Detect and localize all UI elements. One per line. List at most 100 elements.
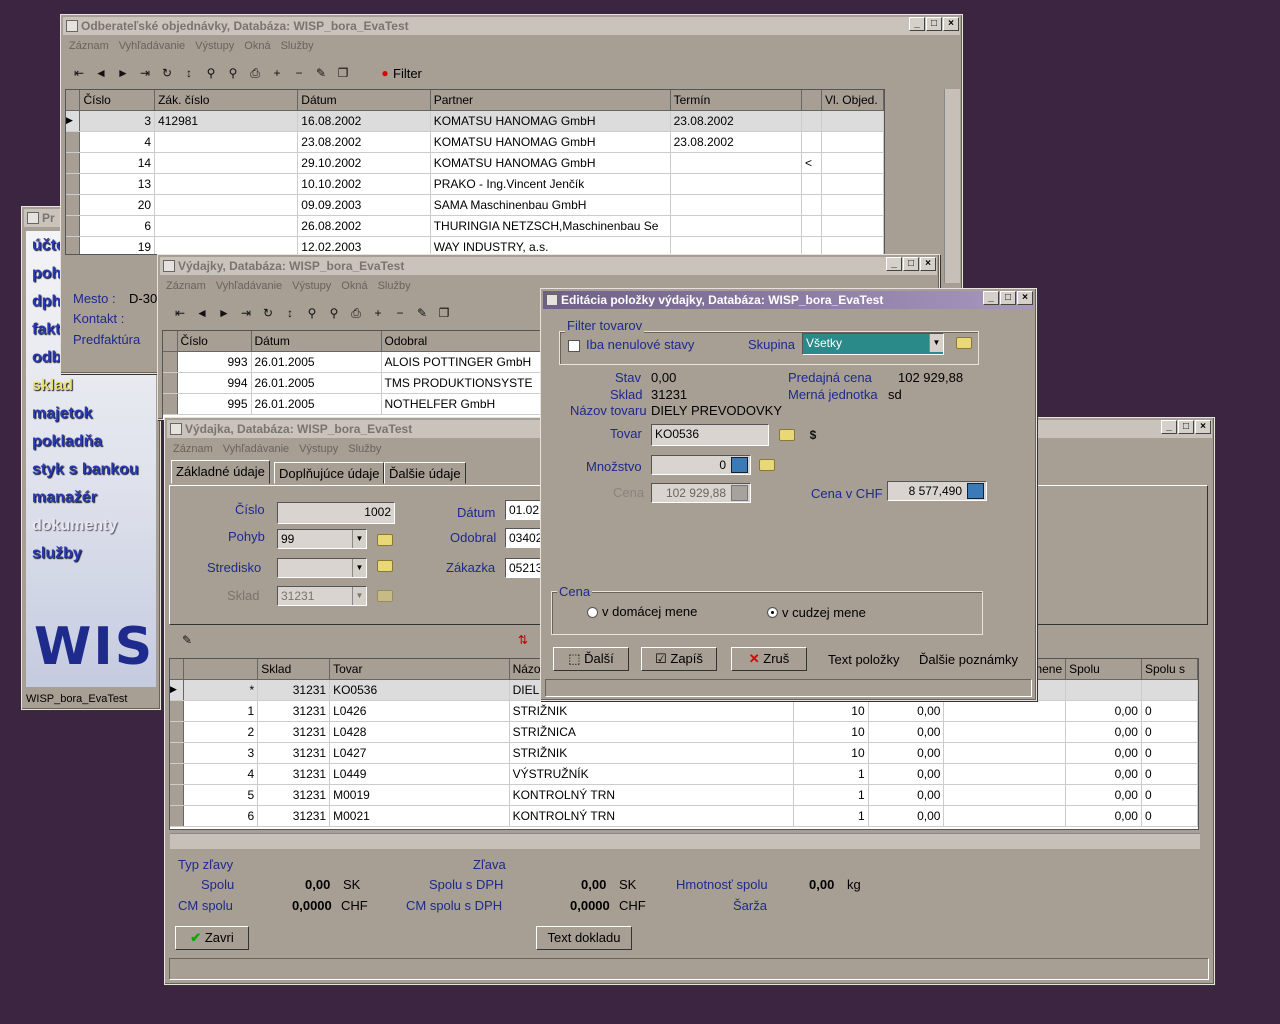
cell[interactable] — [821, 152, 884, 174]
menu-vyhladavanie[interactable]: Vyhľadávanie — [223, 440, 289, 458]
cell[interactable] — [821, 236, 884, 254]
cell[interactable]: < — [801, 152, 822, 174]
chevron-down-icon[interactable]: ▼ — [352, 559, 366, 577]
cell[interactable] — [154, 215, 299, 237]
close-icon[interactable]: × — [1017, 291, 1033, 305]
last-record-icon[interactable]: ⇥ — [137, 65, 153, 81]
cell[interactable]: KOMATSU HANOMAG GmbH — [430, 131, 671, 153]
cell[interactable]: KONTROLNÝ TRN — [509, 784, 794, 806]
col-datum[interactable]: Dátum — [297, 90, 431, 111]
cell[interactable]: 29.10.2002 — [297, 152, 431, 174]
sort-icon[interactable]: ↕ — [181, 65, 197, 81]
col-poradie[interactable] — [183, 659, 259, 680]
add-icon[interactable]: + — [269, 65, 285, 81]
cell[interactable]: 0,00 — [868, 763, 945, 785]
col-sklad[interactable]: Sklad — [257, 659, 331, 680]
maximize-icon[interactable]: □ — [926, 17, 942, 31]
delete-icon[interactable]: − — [291, 65, 307, 81]
cell[interactable]: 0,00 — [868, 700, 945, 722]
col-partner[interactable]: Partner — [430, 90, 671, 111]
cell[interactable]: 1 — [183, 700, 259, 722]
cell[interactable]: 26.08.2002 — [297, 215, 431, 237]
cell[interactable]: 4 — [183, 763, 259, 785]
zapis-button[interactable]: ☑ Zapíš — [641, 647, 717, 671]
cell[interactable]: 31231 — [257, 784, 331, 806]
col-flag[interactable] — [801, 90, 822, 111]
menu-zaznam[interactable]: Záznam — [173, 440, 213, 458]
cell[interactable]: 2 — [183, 721, 259, 743]
row-indicator[interactable] — [163, 372, 178, 394]
next-record-icon[interactable]: ► — [115, 65, 131, 81]
col-termin[interactable]: Termín — [670, 90, 803, 111]
maximize-icon[interactable]: □ — [1178, 420, 1194, 434]
refresh-icon[interactable]: ↻ — [260, 305, 276, 321]
refresh-icon[interactable]: ↻ — [159, 65, 175, 81]
row-indicator[interactable] — [170, 763, 185, 785]
cell[interactable]: 09.09.2003 — [297, 194, 431, 216]
cell[interactable] — [943, 784, 1067, 806]
cell[interactable] — [943, 805, 1067, 827]
cell[interactable] — [943, 742, 1067, 764]
delete-icon[interactable]: − — [392, 305, 408, 321]
find-icon[interactable]: ⚲ — [304, 305, 320, 321]
calculator-icon[interactable] — [731, 457, 748, 473]
cell[interactable]: STRIŽNIK — [509, 742, 794, 764]
cell[interactable] — [943, 700, 1067, 722]
cell[interactable]: 31231 — [257, 721, 331, 743]
cell[interactable] — [1065, 679, 1142, 701]
cell[interactable] — [801, 173, 822, 195]
cell[interactable]: 14 — [79, 152, 156, 174]
cell[interactable]: 31231 — [257, 679, 331, 701]
cell[interactable]: 26.01.2005 — [251, 393, 382, 415]
item-row[interactable]: 5 31231 M0019 KONTROLNÝ TRN 1 0,00 0,00 0 — [170, 784, 1198, 806]
chevron-down-icon[interactable]: ▼ — [929, 334, 943, 352]
cell[interactable] — [801, 131, 822, 153]
col-spolu-s[interactable]: Spolu s — [1141, 659, 1198, 680]
cell[interactable]: 993 — [177, 351, 252, 373]
minimize-icon[interactable]: _ — [909, 17, 925, 31]
main-menu-item-dph[interactable]: dph — [32, 293, 61, 311]
sort-icon[interactable]: ↕ — [282, 305, 298, 321]
cell[interactable] — [670, 194, 803, 216]
cell[interactable]: KONTROLNÝ TRN — [509, 805, 794, 827]
cislo-field[interactable]: 1002 — [277, 502, 395, 524]
print-icon[interactable]: ⎙ — [348, 305, 364, 321]
cell[interactable]: 0,00 — [1065, 742, 1142, 764]
vydajka-row[interactable]: 994 26.01.2005 TMS PRODUKTIONSYSTE — [163, 372, 552, 394]
minimize-icon[interactable]: _ — [886, 257, 902, 271]
cell[interactable]: * — [183, 679, 259, 701]
folder-icon[interactable] — [759, 459, 775, 471]
cell[interactable]: 13 — [79, 173, 156, 195]
zakazka-field[interactable]: 05213 — [505, 558, 545, 578]
cell[interactable]: 31231 — [257, 700, 331, 722]
order-row[interactable]: 4 23.08.2002 KOMATSU HANOMAG GmbH 23.08.200… — [66, 131, 884, 153]
folder-icon[interactable] — [779, 429, 795, 441]
cell[interactable]: 23.08.2002 — [297, 131, 431, 153]
cell[interactable] — [670, 215, 803, 237]
last-record-icon[interactable]: ⇥ — [238, 305, 254, 321]
cell[interactable] — [943, 763, 1067, 785]
menu-vyhladavanie[interactable]: Vyhľadávanie — [216, 277, 282, 295]
cell[interactable]: THURINGIA NETZSCH,Maschinenbau Se — [430, 215, 671, 237]
row-indicator[interactable] — [66, 152, 81, 174]
cell[interactable]: WAY INDUSTRY, a.s. — [430, 236, 671, 254]
cell[interactable]: 31231 — [257, 805, 331, 827]
main-menu-item-odb[interactable]: odb — [32, 349, 61, 367]
cell[interactable]: 0 — [1141, 721, 1198, 743]
nenulove-checkbox[interactable] — [568, 340, 580, 352]
row-indicator[interactable] — [170, 742, 185, 764]
col-cislo[interactable]: Číslo — [79, 90, 156, 111]
col-odobral[interactable]: Odobral — [381, 331, 552, 352]
cell[interactable]: 0 — [1141, 763, 1198, 785]
cell[interactable] — [821, 215, 884, 237]
zrus-button[interactable]: ✕ Zruš — [731, 647, 807, 671]
cell[interactable]: 0 — [1141, 742, 1198, 764]
dollar-icon[interactable]: $ — [805, 427, 821, 443]
row-indicator[interactable] — [170, 721, 185, 743]
cell[interactable]: 0,00 — [868, 805, 945, 827]
cell[interactable] — [821, 194, 884, 216]
close-icon[interactable]: × — [1195, 420, 1211, 434]
maximize-icon[interactable]: □ — [1000, 291, 1016, 305]
first-record-icon[interactable]: ⇤ — [172, 305, 188, 321]
row-indicator[interactable] — [170, 805, 185, 827]
